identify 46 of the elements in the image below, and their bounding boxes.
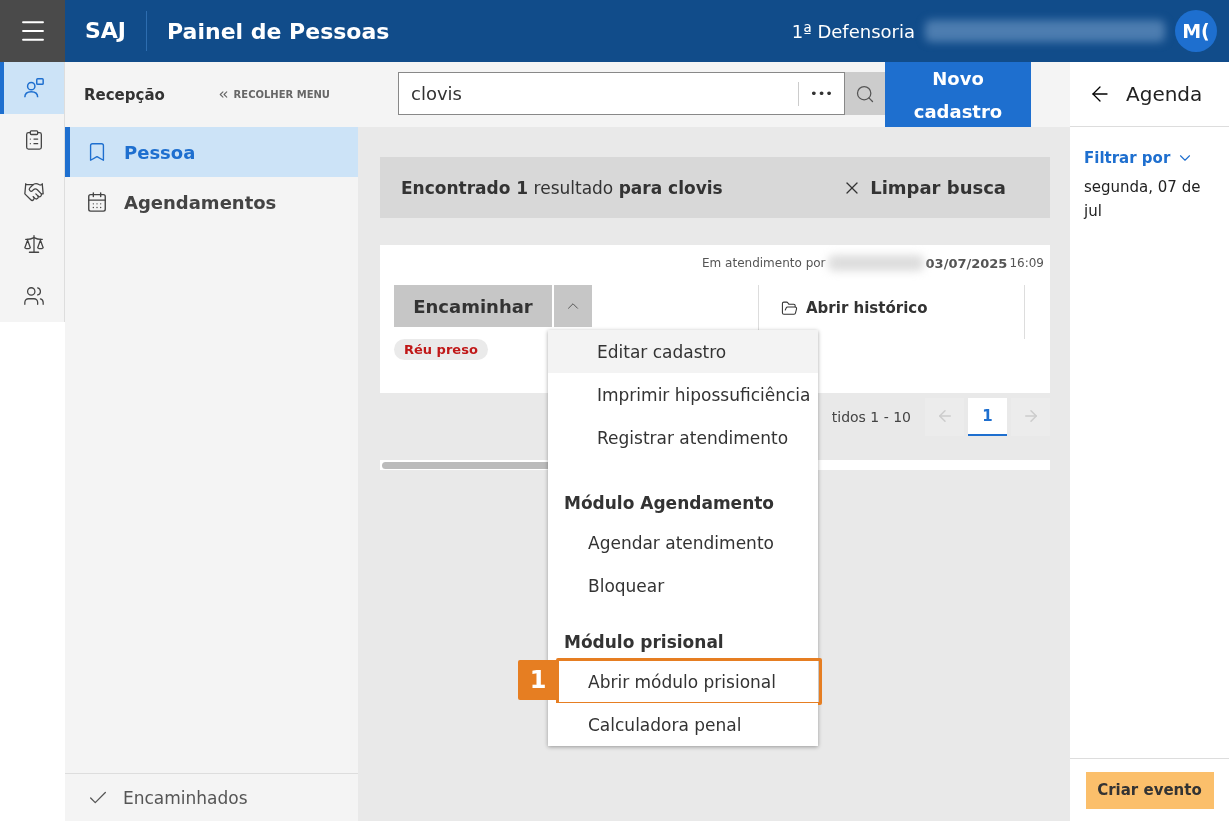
forward-button[interactable]: Encaminhar	[394, 285, 552, 327]
search-button[interactable]	[845, 72, 885, 115]
attending-time: 16:09	[1009, 256, 1044, 270]
page-button[interactable]: 1	[968, 398, 1007, 436]
attending-date: 03/07/2025	[925, 255, 1008, 271]
search-icon	[855, 83, 875, 104]
checklist-icon	[23, 129, 45, 151]
clear-search-button[interactable]: Limpar busca	[842, 177, 1006, 198]
dropdown-toggle[interactable]	[554, 285, 592, 327]
people-icon	[23, 285, 45, 307]
handshake-icon	[23, 181, 45, 203]
result-summary: Encontrado 1 resultado para clovis	[401, 177, 723, 198]
menu-section-header: Módulo Agendamento	[563, 492, 776, 515]
create-event-button[interactable]: Criar evento	[1085, 771, 1214, 809]
menu-section-header: Módulo prisional	[563, 631, 725, 654]
menu-item[interactable]: Calculadora penal	[548, 703, 818, 746]
page-title: Painel de Pessoas	[167, 18, 391, 44]
menu-item[interactable]: Imprimir hipossuficiência	[548, 373, 818, 416]
app-logo: SAJ	[85, 11, 148, 51]
collapse-menu-link[interactable]: RECOLHER MENU	[216, 88, 330, 101]
more-options-button[interactable]: •••	[798, 81, 844, 106]
attending-label: Em atendimento por	[702, 256, 826, 270]
person-chat-icon	[23, 77, 45, 99]
section-title: Recepção	[84, 85, 165, 104]
person-chat-nav-button[interactable]	[0, 62, 64, 114]
menu-item[interactable]: Agendar atendimento	[548, 521, 818, 564]
menu-item[interactable]: Editar cadastro	[548, 330, 818, 373]
panel-title: Agenda	[1126, 82, 1203, 106]
menu-item[interactable]: Registrar atendimento	[548, 416, 818, 459]
status-tag: Réu preso	[394, 339, 488, 360]
results-range: tidos 1 - 10	[831, 409, 911, 425]
menu-button[interactable]	[0, 0, 65, 62]
filter-dropdown[interactable]: Filtrar por	[1084, 149, 1229, 167]
scales-icon	[23, 233, 45, 255]
office-name: 1ª Defensoria	[791, 20, 915, 42]
menu-item[interactable]: Bloquear	[548, 564, 818, 607]
agenda-date: segunda, 07 de jul	[1084, 177, 1202, 222]
sidebar-item[interactable]: Agendamentos	[65, 177, 358, 227]
folder-icon	[781, 299, 798, 317]
sidebar-item[interactable]: Pessoa	[65, 127, 358, 177]
user-avatar[interactable]: M(	[1175, 10, 1217, 52]
step-badge: 1	[518, 660, 558, 700]
new-record-button[interactable]: Novo cadastro	[885, 62, 1031, 127]
calendar-icon	[86, 191, 108, 213]
history-link[interactable]: Abrir histórico	[781, 299, 928, 317]
search-field[interactable]: clovis •••	[398, 72, 845, 115]
